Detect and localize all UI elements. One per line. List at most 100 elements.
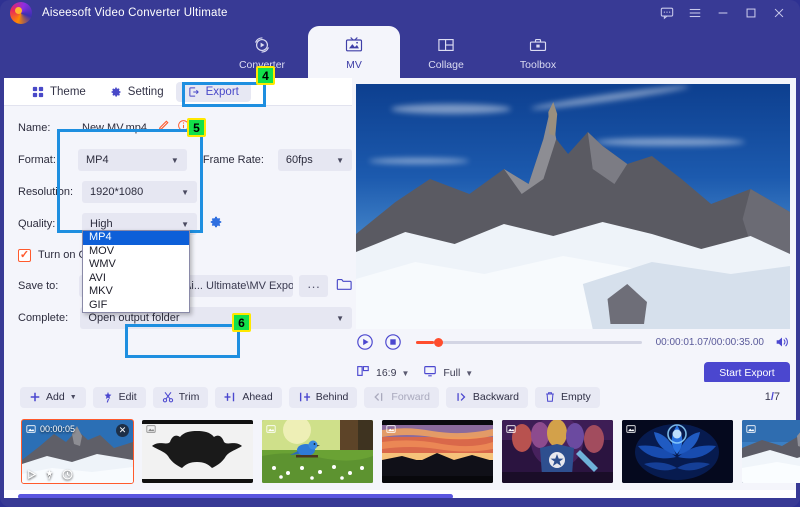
gear-icon <box>111 87 121 97</box>
nav-tab-mv[interactable]: MV <box>308 26 400 78</box>
thumbnail-type-badge <box>386 424 396 434</box>
thumbnail-clip-snow-ridge[interactable] <box>742 419 800 483</box>
thumbnail-duration: 00:00:05 <box>40 423 76 434</box>
maximize-icon[interactable] <box>744 6 758 20</box>
clock-icon[interactable] <box>62 469 73 480</box>
gpu-acceleration-checkbox[interactable]: ✓ <box>18 248 31 262</box>
format-select[interactable]: MP4 ▼ <box>78 149 187 171</box>
play-icon[interactable] <box>26 469 37 480</box>
scissors-icon <box>162 392 173 403</box>
timecode-display: 00:00:01.07/00:00:35.00 <box>655 336 764 348</box>
thumbnail-type-badge <box>266 424 276 434</box>
thumbnail-clip-batman-logo[interactable] <box>142 419 253 483</box>
video-preview[interactable] <box>356 84 790 329</box>
main-navigation: Converter MV Collage Toolbox <box>0 26 800 78</box>
subtab-theme[interactable]: Theme <box>20 82 98 102</box>
seek-bar-handle[interactable] <box>434 337 444 347</box>
format-option-avi[interactable]: AVI <box>83 272 189 286</box>
nav-tab-toolbox[interactable]: Toolbox <box>492 26 584 78</box>
start-export-button-preview[interactable]: Start Export <box>704 362 790 384</box>
thumbnail-clip-sunset-canyon[interactable] <box>382 419 493 483</box>
screen-mode-icon <box>423 364 437 383</box>
chevron-down-icon: ▼ <box>181 219 189 229</box>
resolution-label: Resolution: <box>18 186 74 198</box>
saveto-label: Save to: <box>18 280 59 292</box>
advanced-settings-gear-icon[interactable] <box>209 215 223 234</box>
edit-button[interactable]: Edit <box>92 386 146 408</box>
format-option-gif[interactable]: GIF <box>83 299 189 313</box>
open-folder-icon[interactable] <box>336 277 352 296</box>
feedback-icon[interactable] <box>660 6 674 20</box>
chevron-down-icon: ▼ <box>465 368 474 378</box>
volume-icon[interactable] <box>774 334 790 350</box>
empty-button[interactable]: Empty <box>535 386 600 408</box>
play-icon[interactable] <box>356 333 374 351</box>
screen-mode-value: Full <box>443 367 461 379</box>
resolution-select[interactable]: 1920*1080 ▼ <box>82 181 197 203</box>
thumb-art-sunset <box>382 419 493 483</box>
quality-select-value: High <box>90 218 113 230</box>
thumbnail-clip-mountain-peak[interactable]: 00:00:05 ✕ <box>21 418 134 484</box>
format-option-mp4[interactable]: MP4 <box>83 231 189 245</box>
add-button[interactable]: Add ▼ <box>20 386 86 408</box>
format-dropdown-list[interactable]: MP4 MOV WMV AVI MKV GIF <box>82 230 190 313</box>
framerate-select-value: 60fps <box>285 154 313 166</box>
page-indicator: 1/7 <box>765 391 780 403</box>
converter-icon <box>252 34 272 56</box>
toolbox-icon <box>528 34 548 56</box>
image-icon <box>266 424 276 433</box>
magic-wand-icon[interactable] <box>44 469 55 480</box>
edit-name-pencil-icon[interactable] <box>157 119 170 137</box>
nav-tab-toolbox-label: Toolbox <box>519 58 557 71</box>
thumb-art-batman <box>142 419 253 483</box>
app-title: Aiseesoft Video Converter Ultimate <box>42 7 228 19</box>
menu-icon[interactable] <box>688 6 702 20</box>
thumbnail-tools <box>26 469 73 480</box>
edit-button-label: Edit <box>118 391 137 403</box>
seek-bar[interactable] <box>416 337 642 347</box>
screen-mode-select[interactable]: Full ▼ <box>443 367 473 379</box>
move-backward-button[interactable]: Backward <box>445 386 529 408</box>
step-badge-6: 6 <box>232 313 251 332</box>
insert-ahead-button[interactable]: Ahead <box>215 386 282 408</box>
check-icon: ✓ <box>19 248 30 261</box>
thumbnail-type-badge <box>146 424 156 434</box>
title-bar: Aiseesoft Video Converter Ultimate <box>0 0 800 26</box>
nav-tab-collage[interactable]: Collage <box>400 26 492 78</box>
format-option-wmv[interactable]: WMV <box>83 258 189 272</box>
subtab-setting[interactable]: Setting <box>98 82 176 102</box>
thumbnail-clip-bluebird-meadow[interactable] <box>262 419 373 483</box>
thumbnail-clip-blue-lotus[interactable] <box>622 419 733 483</box>
framerate-select[interactable]: 60fps ▼ <box>277 149 352 171</box>
insert-behind-button[interactable]: Behind <box>288 386 358 408</box>
format-option-mkv[interactable]: MKV <box>83 285 189 299</box>
thumbnail-remove-button[interactable]: ✕ <box>116 423 129 437</box>
trim-button[interactable]: Trim <box>152 386 209 408</box>
close-icon[interactable] <box>772 6 786 20</box>
add-button-label: Add <box>46 391 65 403</box>
subtab-setting-label: Setting <box>127 85 164 98</box>
form-row-format: Format: MP4 ▼ Frame Rate: 60fps ▼ <box>18 148 352 172</box>
thumb-art-bird <box>262 419 373 483</box>
browse-path-button[interactable]: ··· <box>299 275 328 297</box>
player-transport-row: 00:00:01.07/00:00:35.00 <box>356 329 790 355</box>
plus-icon <box>30 392 40 402</box>
thumbnail-clip-avengers-poster[interactable] <box>502 419 613 483</box>
empty-button-label: Empty <box>561 391 591 403</box>
format-label: Format: <box>18 154 56 166</box>
export-icon <box>188 86 199 97</box>
seek-bar-fill <box>416 340 435 344</box>
aspect-ratio-value: 16:9 <box>376 367 397 379</box>
stop-icon[interactable] <box>384 333 402 351</box>
subtab-export[interactable]: Export <box>175 81 251 102</box>
chevron-down-icon: ▼ <box>69 393 77 401</box>
move-backward-button-label: Backward <box>472 391 520 403</box>
aspect-ratio-select[interactable]: 16:9 ▼ <box>376 367 409 379</box>
thumbnail-type-badge <box>746 424 756 434</box>
clip-toolbar: Add ▼ Edit Trim Ahead Behind Forward Bac… <box>4 382 796 412</box>
format-option-mov[interactable]: MOV <box>83 245 189 259</box>
image-icon <box>746 424 756 433</box>
move-forward-button-label: Forward <box>391 391 430 403</box>
minimize-icon[interactable] <box>716 6 730 20</box>
window-frame-bottom <box>0 498 800 507</box>
